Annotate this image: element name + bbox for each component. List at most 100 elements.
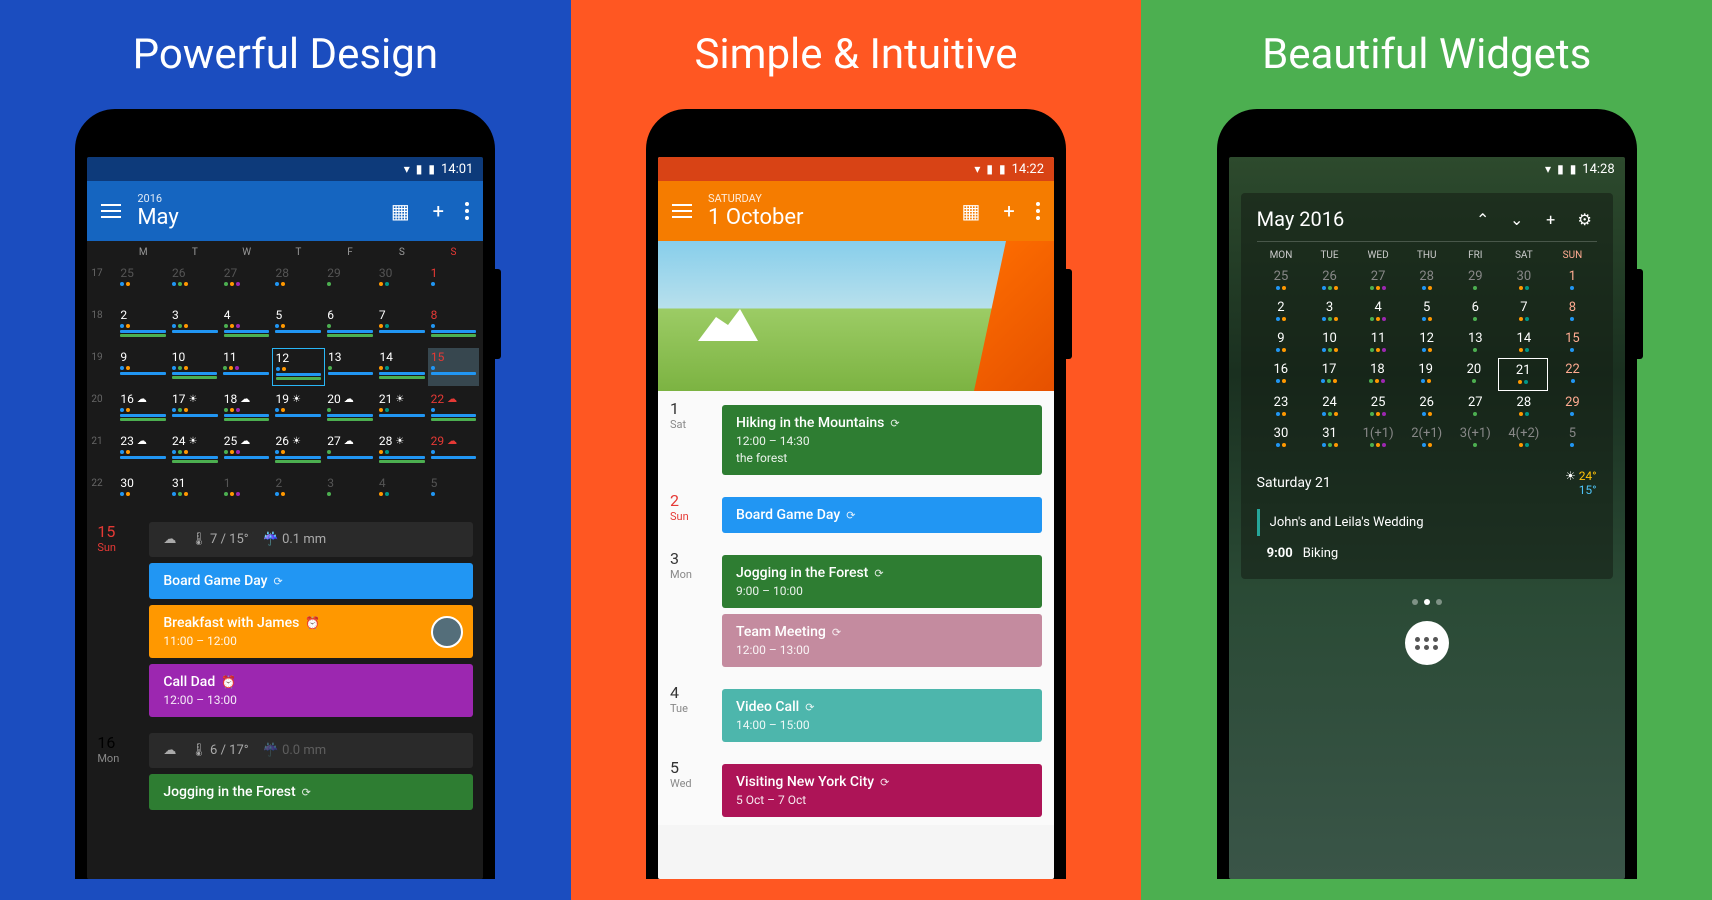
widget-cell[interactable]: 24	[1305, 391, 1354, 422]
widget-cell[interactable]: 25	[1354, 391, 1403, 422]
widget-cell[interactable]: 9	[1257, 327, 1306, 358]
calendar-cell[interactable]: 2	[117, 306, 169, 344]
event-card[interactable]: Team Meeting ⟳12:00 – 13:00	[722, 614, 1042, 667]
widget-cell[interactable]: 2	[1257, 296, 1306, 327]
app-drawer-button[interactable]	[1405, 621, 1449, 665]
widget-cell[interactable]: 12	[1402, 327, 1451, 358]
widget-cell[interactable]: 8	[1548, 296, 1597, 327]
calendar-cell[interactable]: 21☀	[376, 390, 428, 428]
calendar-cell[interactable]: 12	[272, 348, 325, 386]
page-indicator[interactable]	[1229, 599, 1625, 605]
calendar-cell[interactable]: 26☀	[272, 432, 324, 470]
calendar-cell[interactable]: 20☁	[324, 390, 376, 428]
calendar-cell[interactable]: 29☁	[428, 432, 480, 470]
calendar-cell[interactable]: 3	[169, 306, 221, 344]
widget-cell[interactable]: 27	[1354, 265, 1403, 296]
widget-cell[interactable]: 17	[1305, 358, 1353, 391]
calendar-cell[interactable]: 5	[428, 474, 480, 512]
widget-cell[interactable]: 16	[1257, 358, 1305, 391]
widget-cell[interactable]: 11	[1354, 327, 1403, 358]
widget-cell[interactable]: 21	[1498, 358, 1548, 391]
widget-cell[interactable]: 6	[1451, 296, 1500, 327]
calendar-cell[interactable]: 9	[117, 348, 168, 386]
widget-grid[interactable]: 2526272829301234567891011121314151617181…	[1257, 265, 1597, 453]
appbar-title[interactable]: SATURDAY 1 October	[708, 192, 944, 230]
widget-cell[interactable]: 29	[1548, 391, 1597, 422]
widget-cell[interactable]: 13	[1451, 327, 1500, 358]
calendar-cell[interactable]: 27☁	[324, 432, 376, 470]
calendar-cell[interactable]: 6	[324, 306, 376, 344]
event-card[interactable]: Jogging in the Forest ⟳	[149, 774, 473, 810]
widget-cell[interactable]: 25	[1257, 265, 1306, 296]
event-card[interactable]: Call Dad ⏰12:00 – 13:00	[149, 664, 473, 717]
calendar-cell[interactable]: 17☀	[169, 390, 221, 428]
menu-icon[interactable]	[672, 204, 692, 218]
calendar-cell[interactable]: 5	[272, 306, 324, 344]
widget-cell[interactable]: 2(+1)	[1402, 422, 1451, 453]
calendar-cell[interactable]: 15	[428, 348, 479, 386]
widget-cell[interactable]: 18	[1353, 358, 1401, 391]
prev-icon[interactable]: ⌃	[1471, 210, 1495, 229]
widget-cell[interactable]: 22	[1548, 358, 1596, 391]
widget-cell[interactable]: 3(+1)	[1451, 422, 1500, 453]
widget-cell[interactable]: 29	[1451, 265, 1500, 296]
calendar-cell[interactable]: 18☁	[221, 390, 273, 428]
add-icon[interactable]: +	[998, 200, 1020, 222]
calendar-cell[interactable]: 26	[169, 264, 221, 302]
calendar-cell[interactable]: 23☁	[117, 432, 169, 470]
widget-cell[interactable]: 28	[1402, 265, 1451, 296]
event-card[interactable]: Hiking in the Mountains ⟳12:00 – 14:30th…	[722, 405, 1042, 475]
calendar-cell[interactable]: 14	[376, 348, 427, 386]
widget-cell[interactable]: 30	[1257, 422, 1306, 453]
calendar-cell[interactable]: 10	[169, 348, 220, 386]
calendar-cell[interactable]: 29	[324, 264, 376, 302]
calendar-widget[interactable]: May 2016 ⌃ ⌄ + ⚙ MONTUEWEDTHUFRISATSUN 2…	[1241, 193, 1613, 579]
agenda-list[interactable]: 1SatHiking in the Mountains ⟳12:00 – 14:…	[658, 391, 1054, 825]
calendar-cell[interactable]: 28☀	[376, 432, 428, 470]
calendar-cell[interactable]: 2	[272, 474, 324, 512]
calendar-cell[interactable]: 19☀	[272, 390, 324, 428]
widget-cell[interactable]: 1(+1)	[1354, 422, 1403, 453]
calendar-cell[interactable]: 11	[220, 348, 271, 386]
event-card[interactable]: Visiting New York City ⟳5 Oct – 7 Oct	[722, 764, 1042, 817]
overflow-icon[interactable]	[465, 202, 469, 220]
next-icon[interactable]: ⌄	[1505, 210, 1529, 229]
calendar-cell[interactable]: 25	[117, 264, 169, 302]
calendar-cell[interactable]: 3	[324, 474, 376, 512]
calendar-cell[interactable]: 16☁	[117, 390, 169, 428]
widget-cell[interactable]: 15	[1548, 327, 1597, 358]
widget-cell[interactable]: 31	[1305, 422, 1354, 453]
add-icon[interactable]: +	[1539, 210, 1563, 229]
today-icon[interactable]: ▦	[389, 200, 411, 222]
widget-cell[interactable]: 27	[1451, 391, 1500, 422]
calendar-cell[interactable]: 31	[169, 474, 221, 512]
calendar-cell[interactable]: 8	[428, 306, 480, 344]
widget-cell[interactable]: 1	[1548, 265, 1597, 296]
add-icon[interactable]: +	[427, 200, 449, 222]
calendar-cell[interactable]: 27	[221, 264, 273, 302]
widget-cell[interactable]: 5	[1548, 422, 1597, 453]
widget-title[interactable]: May 2016	[1257, 207, 1461, 231]
overflow-icon[interactable]	[1036, 202, 1040, 220]
calendar-grid[interactable]: 1725262728293011823456781991011121314152…	[87, 262, 483, 514]
widget-cell[interactable]: 26	[1305, 265, 1354, 296]
calendar-cell[interactable]: 7	[376, 306, 428, 344]
today-icon[interactable]: ▦	[960, 200, 982, 222]
event-card[interactable]: Board Game Day ⟳	[722, 497, 1042, 533]
event-card[interactable]: Breakfast with James ⏰11:00 – 12:00	[149, 605, 473, 658]
widget-cell[interactable]: 4(+2)	[1500, 422, 1549, 453]
calendar-cell[interactable]: 4	[221, 306, 273, 344]
widget-cell[interactable]: 10	[1305, 327, 1354, 358]
calendar-cell[interactable]: 22☁	[428, 390, 480, 428]
calendar-cell[interactable]: 30	[376, 264, 428, 302]
widget-cell[interactable]: 19	[1402, 358, 1450, 391]
event-card[interactable]: Board Game Day ⟳	[149, 563, 473, 599]
widget-cell[interactable]: 28	[1500, 391, 1549, 422]
appbar-title[interactable]: 2016 May	[137, 192, 373, 230]
calendar-cell[interactable]: 1	[428, 264, 480, 302]
widget-cell[interactable]: 7	[1500, 296, 1549, 327]
widget-cell[interactable]: 14	[1500, 327, 1549, 358]
widget-cell[interactable]: 23	[1257, 391, 1306, 422]
calendar-cell[interactable]: 28	[272, 264, 324, 302]
widget-cell[interactable]: 30	[1500, 265, 1549, 296]
